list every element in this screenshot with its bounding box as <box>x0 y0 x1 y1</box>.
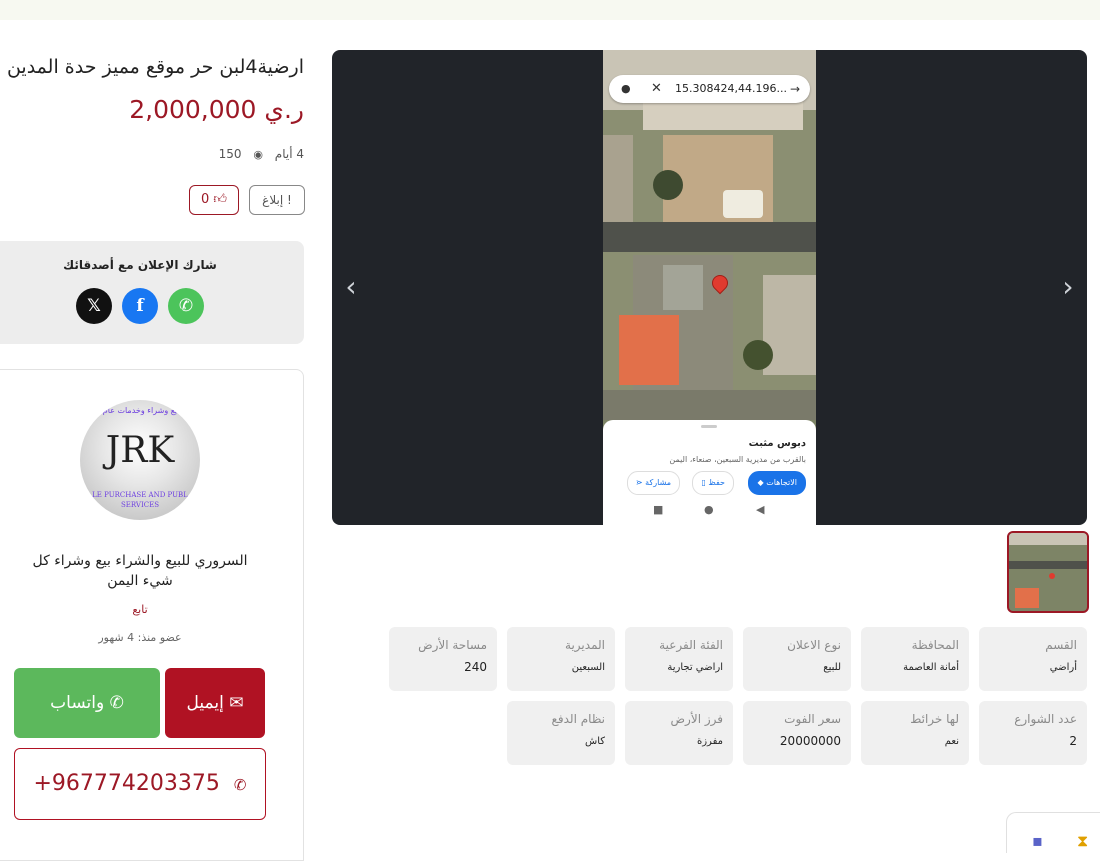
directions-arrow-icon: → <box>789 82 800 96</box>
detail-value: السبعين <box>571 662 605 673</box>
directions-chip: الاتجاهات ◆ <box>748 471 806 495</box>
detail-value: مفرزة <box>696 736 723 747</box>
listing-photo: ● ✕ 15.308424,44.196... → دبوس مثبت بالق… <box>603 50 816 525</box>
detail-value: أمانة العاصمة <box>903 662 959 673</box>
detail-label: عدد الشوارع <box>1014 712 1077 726</box>
phone-button[interactable]: +967774203375 ✆ <box>14 748 266 820</box>
share-chip: مشاركة ⋖ <box>626 471 680 495</box>
detail-label: نوع الاعلان <box>787 638 841 652</box>
whatsapp-label: واتساب <box>50 693 105 713</box>
detail-card: عدد الشوارع 2 <box>979 701 1087 765</box>
android-nav-bar: ■ ● ◀ <box>603 497 816 525</box>
listing-age: 4 أيام <box>274 147 304 161</box>
back-icon: ◀ <box>756 503 765 516</box>
email-button[interactable]: ✉ إيميل <box>165 668 265 738</box>
detail-label: نظام الدفع <box>551 712 606 726</box>
map-search-text: 15.308424,44.196... <box>675 82 787 95</box>
detail-value: كاش <box>584 736 605 747</box>
detail-card: سعر الفوت 20000000 <box>743 701 851 765</box>
detail-label: فرز الأرض <box>670 712 723 726</box>
detail-card: مساحة الأرض 240 <box>389 627 497 691</box>
detail-card: فرز الأرض مفرزة <box>625 701 733 765</box>
detail-value: 240 <box>464 660 487 674</box>
home-icon: ● <box>704 503 714 516</box>
listing-meta: 4 أيام ◉ 150 <box>219 147 304 161</box>
detail-label: الفئة الفرعية <box>659 638 723 652</box>
email-label: إيميل <box>186 693 224 713</box>
whatsapp-icon: ✆ <box>109 693 124 713</box>
map-place-sheet: دبوس مثبت بالقرب من مديرية السبعين، صنعا… <box>603 420 816 525</box>
detail-value: للبيع <box>823 662 841 673</box>
gallery-thumbnail[interactable] <box>1007 531 1089 613</box>
detail-card: نوع الاعلان للبيع <box>743 627 851 691</box>
save-chip: حفظ ▯ <box>692 471 734 495</box>
top-strip <box>0 0 1100 20</box>
report-label: إبلاغ <box>262 193 284 207</box>
detail-label: المديرية <box>565 638 605 652</box>
logo-top-text: يع وشراء وخدمات عام <box>102 406 178 415</box>
report-button[interactable]: ! إبلاغ <box>249 185 305 215</box>
detail-label: لها خرائط <box>910 712 959 726</box>
directions-chip-label: الاتجاهات <box>766 478 797 487</box>
detail-card: نظام الدفع كاش <box>507 701 615 765</box>
eye-icon: ◉ <box>253 148 263 161</box>
detail-card: المديرية السبعين <box>507 627 615 691</box>
save-chip-label: حفظ <box>708 478 725 487</box>
detail-label: مساحة الأرض <box>418 638 487 652</box>
detail-card: القسم أراضي <box>979 627 1087 691</box>
close-icon: ✕ <box>651 81 662 96</box>
detail-value: نعم <box>944 736 959 747</box>
follow-link[interactable]: تابع <box>0 603 280 616</box>
x-share-icon[interactable]: 𝕏 <box>76 288 112 324</box>
share-chip-label: مشاركة <box>645 478 671 487</box>
corner-widget[interactable]: ▪ ⧗ <box>1006 812 1100 853</box>
hourglass-icon: ⧗ <box>1077 831 1089 850</box>
facebook-share-icon[interactable]: f <box>122 288 158 324</box>
like-count: 0 <box>200 192 210 207</box>
listing-title: ارضية4لبن حر موقع مميز حدة المدين <box>6 56 304 78</box>
image-gallery[interactable]: ‹ › ● ✕ 15.308424,44.196... → دبوس مثبت … <box>332 50 1087 525</box>
detail-label: المحافظة <box>911 638 959 652</box>
logo-bottom-text: LE PURCHASE AND PUBL SERVICES <box>92 491 188 509</box>
whatsapp-share-icon[interactable]: ✆ <box>168 288 204 324</box>
phone-icon: ✆ <box>233 776 247 794</box>
satellite-map <box>603 50 816 420</box>
next-image-arrow-icon[interactable]: › <box>1053 272 1083 302</box>
seller-name[interactable]: السروري للبيع والشراء بيع وشراء كل شيء ا… <box>20 551 260 591</box>
thumbs-up-icon: 👍︎ <box>213 192 227 207</box>
mic-icon: ● <box>621 82 631 95</box>
teams-icon: ▪ <box>1032 831 1043 850</box>
map-search-bar: ● ✕ 15.308424,44.196... → <box>609 75 810 103</box>
detail-card: المحافظة أمانة العاصمة <box>861 627 969 691</box>
place-title: دبوس مثبت <box>748 438 806 449</box>
detail-label: سعر الفوت <box>784 712 841 726</box>
prev-image-arrow-icon[interactable]: ‹ <box>336 272 366 302</box>
recent-apps-icon: ■ <box>653 503 664 516</box>
detail-card: الفئة الفرعية اراضي تجارية <box>625 627 733 691</box>
logo-monogram: JRK <box>105 430 175 471</box>
detail-value: 20000000 <box>779 734 841 748</box>
listing-price: 2,000,000 ر.ي <box>129 95 304 124</box>
like-button[interactable]: 0 👍︎ <box>189 185 239 215</box>
share-heading: شارك الإعلان مع أصدقائك <box>63 258 217 272</box>
phone-number: +967774203375 <box>33 771 220 796</box>
detail-value: أراضي <box>1049 662 1077 673</box>
detail-label: القسم <box>1045 638 1077 652</box>
place-subtitle: بالقرب من مديرية السبعين، صنعاء، اليمن <box>669 455 806 464</box>
listing-views: 150 <box>218 147 242 161</box>
whatsapp-button[interactable]: ✆ واتساب <box>14 668 160 738</box>
member-since: عضو منذ: 4 شهور <box>98 631 182 644</box>
detail-value: اراضي تجارية <box>667 662 723 673</box>
seller-avatar[interactable]: يع وشراء وخدمات عام JRK LE PURCHASE AND … <box>80 400 200 520</box>
report-icon: ! <box>287 193 292 207</box>
sheet-handle <box>701 425 717 428</box>
detail-card: لها خرائط نعم <box>861 701 969 765</box>
envelope-icon: ✉ <box>229 693 244 713</box>
detail-value: 2 <box>1069 734 1077 748</box>
